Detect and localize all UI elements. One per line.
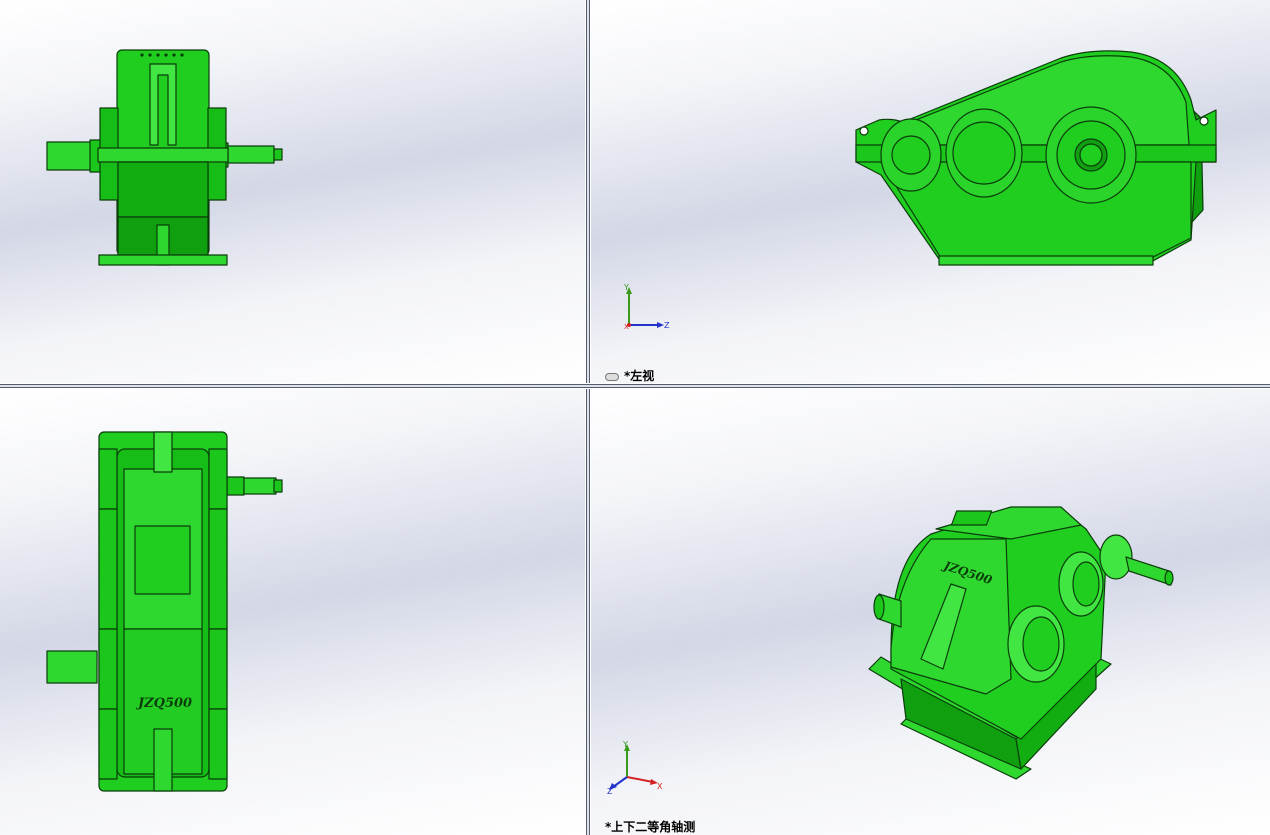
viewport-left[interactable]: Y Z X *左视 <box>591 0 1270 383</box>
base-plate <box>938 255 1154 266</box>
svg-text:X: X <box>657 782 663 791</box>
viewport-grid: Y Z X *左视 JZQ500 JZQ500 Y X Z *上下二等角轴测 <box>0 0 1270 835</box>
viewport-front[interactable] <box>0 0 585 383</box>
viewport-top[interactable]: JZQ500 <box>0 389 585 835</box>
view-name-label: *上下二等角轴测 <box>605 820 696 834</box>
front-view-model <box>46 49 283 266</box>
isometric-view-model: JZQ500 <box>868 506 1174 780</box>
model-engraving: JZQ500 <box>135 696 192 711</box>
viewport-isometric[interactable]: JZQ500 Y X Z *上下二等角轴测 <box>591 389 1270 835</box>
base-plate <box>98 254 228 266</box>
output-shaft <box>243 477 277 495</box>
axis-triad: Y Z X <box>623 283 670 331</box>
input-shaft <box>46 650 98 684</box>
inspection-cover <box>134 525 191 595</box>
output-shaft <box>227 145 275 164</box>
top-view-model: JZQ500 <box>46 431 283 792</box>
left-view-model <box>855 50 1217 266</box>
svg-text:Z: Z <box>607 787 613 794</box>
svg-text:Y: Y <box>622 740 628 749</box>
viewport-splitter-vertical[interactable] <box>585 0 591 835</box>
cursor-icon <box>605 372 619 381</box>
output-shaft <box>1125 556 1172 586</box>
svg-text:X: X <box>624 323 629 331</box>
flange <box>97 147 229 163</box>
axis-triad: Y X Z <box>607 740 663 794</box>
svg-text:Z: Z <box>664 321 670 330</box>
svg-text:Y: Y <box>623 283 629 292</box>
viewport-splitter-horizontal[interactable] <box>0 383 1270 389</box>
view-name-label: *左视 <box>605 367 654 383</box>
